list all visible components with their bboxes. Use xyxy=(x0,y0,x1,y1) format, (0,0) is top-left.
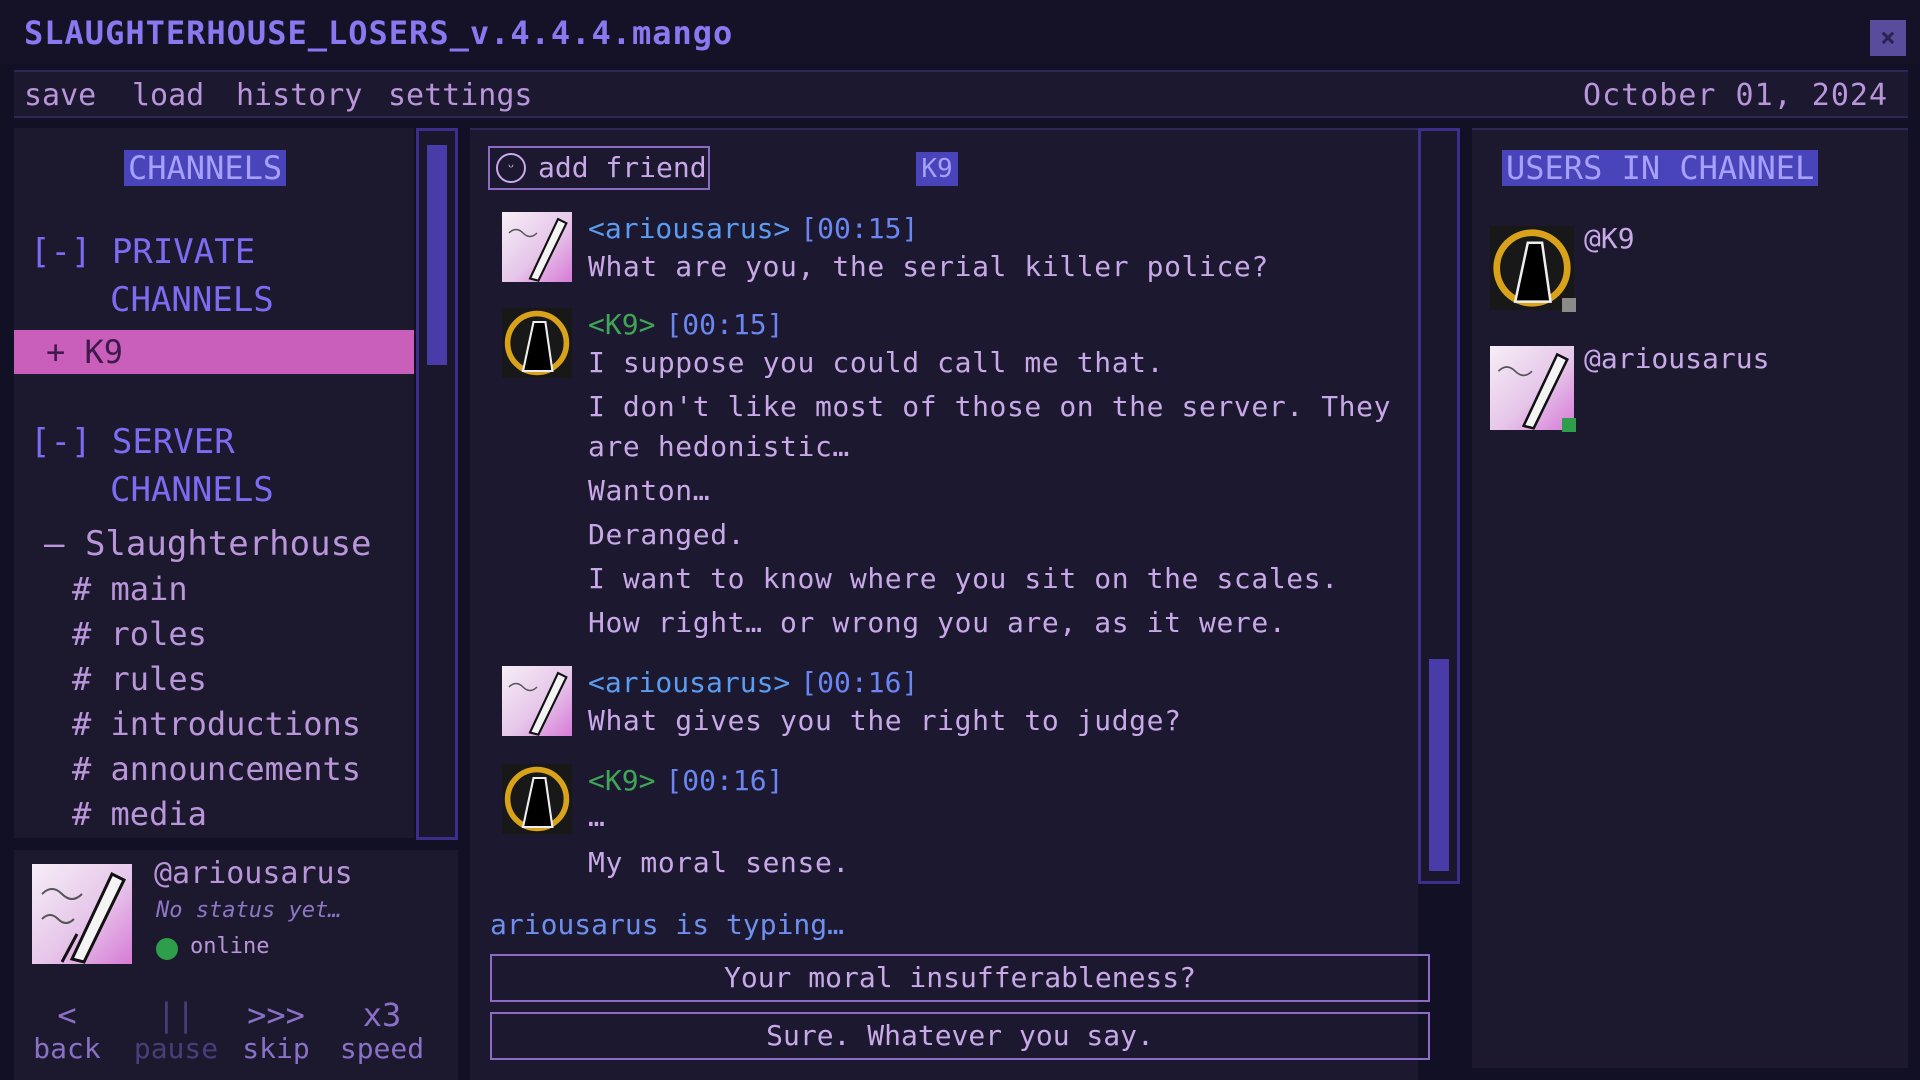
idle-status-icon xyxy=(1562,298,1576,312)
back-button[interactable]: < back xyxy=(32,998,102,1065)
chat-partner-badge: K9 xyxy=(916,152,958,186)
pause-label: pause xyxy=(133,1032,219,1065)
users-heading: USERS IN CHANNEL xyxy=(1502,150,1819,186)
reply-option-2[interactable]: Sure. Whatever you say. xyxy=(490,1012,1430,1060)
channels-heading: CHANNELS xyxy=(124,150,287,186)
add-friend-label: add friend xyxy=(538,151,707,184)
menu-bar: save load history settings October 01, 2… xyxy=(14,70,1908,118)
server-group-line1: [-] SERVER xyxy=(30,422,235,462)
k9-figure-icon xyxy=(504,766,570,832)
message-text: My moral sense. xyxy=(588,846,850,879)
channel-item-k9[interactable]: + K9 xyxy=(14,330,414,374)
channel-item-main[interactable]: # main xyxy=(72,570,188,608)
private-group-line2: CHANNELS xyxy=(110,280,274,320)
online-status-icon xyxy=(1562,418,1576,432)
current-user-name: @ariousarus xyxy=(154,856,353,891)
message-avatar-k9 xyxy=(502,308,572,378)
message-text: What are you, the serial killer police? xyxy=(588,250,1269,283)
speed-label: speed xyxy=(339,1032,425,1065)
channel-item-announcements[interactable]: # announcements xyxy=(72,750,361,788)
message-time: [00:16] xyxy=(800,666,919,699)
message-author[interactable]: <K9> xyxy=(588,764,655,797)
channel-item-media[interactable]: # media xyxy=(72,795,207,833)
current-user-avatar xyxy=(32,864,132,964)
message-text: I don't like most of those on the server… xyxy=(588,390,1392,423)
sidebar-scrollbar[interactable] xyxy=(416,128,458,840)
message-header: <ariousarus> [00:15] xyxy=(588,212,918,246)
chat-scroll-thumb[interactable] xyxy=(1429,659,1449,871)
skip-label: skip xyxy=(242,1032,310,1065)
message-avatar-ariousarus xyxy=(502,212,572,282)
message-text: are hedonistic… xyxy=(588,430,850,463)
pen-drawing-icon xyxy=(508,217,568,282)
channel-item-introductions[interactable]: # introductions xyxy=(72,705,361,743)
message-text: Wanton… xyxy=(588,474,711,507)
current-date: October 01, 2024 xyxy=(1583,78,1888,113)
title-bar: SLAUGHTERHOUSE_LOSERS_v.4.4.4.mango × xyxy=(0,0,1920,64)
pause-button[interactable]: || pause xyxy=(126,998,226,1065)
chat-scrollbar[interactable] xyxy=(1418,128,1460,884)
back-label: back xyxy=(33,1032,101,1065)
back-icon: < xyxy=(57,996,77,1034)
message-author[interactable]: <ariousarus> xyxy=(588,212,790,245)
speed-value: x3 xyxy=(362,996,402,1034)
add-friend-button[interactable]: ᵕ add friend xyxy=(488,146,710,190)
menu-settings[interactable]: settings xyxy=(388,78,533,113)
message-header: <K9> [00:16] xyxy=(588,764,783,798)
close-button[interactable]: × xyxy=(1870,20,1906,56)
message-author[interactable]: <ariousarus> xyxy=(588,666,790,699)
skip-button[interactable]: >>> skip xyxy=(236,998,316,1065)
private-channels-group[interactable]: [-] PRIVATE CHANNELS xyxy=(30,228,274,324)
app-title: SLAUGHTERHOUSE_LOSERS_v.4.4.4.mango xyxy=(24,14,734,52)
message-text: How right… or wrong you are, as it were. xyxy=(588,606,1287,639)
message-text: I suppose you could call me that. xyxy=(588,346,1165,379)
private-group-line1: [-] PRIVATE xyxy=(30,232,256,272)
message-text: I want to know where you sit on the scal… xyxy=(588,562,1339,595)
message-avatar-ariousarus xyxy=(502,666,572,736)
online-status-icon xyxy=(156,938,178,960)
pause-icon: || xyxy=(156,996,196,1034)
skip-icon: >>> xyxy=(247,996,305,1034)
pen-drawing-icon xyxy=(508,671,568,736)
smile-icon: ᵕ xyxy=(496,153,526,183)
message-author[interactable]: <K9> xyxy=(588,308,655,341)
message-time: [00:15] xyxy=(665,308,784,341)
message-text: … xyxy=(588,800,606,833)
message-text: What gives you the right to judge? xyxy=(588,704,1182,737)
menu-load[interactable]: load xyxy=(132,78,204,113)
sidebar-scroll-thumb[interactable] xyxy=(427,145,447,365)
k9-figure-icon xyxy=(504,310,570,376)
message-header: <K9> [00:15] xyxy=(588,308,783,342)
message-time: [00:15] xyxy=(800,212,919,245)
typing-indicator: ariousarus is typing… xyxy=(490,908,845,941)
channel-item-roles[interactable]: # roles xyxy=(72,615,207,653)
current-user-presence: online xyxy=(190,934,270,959)
pen-drawing-icon xyxy=(41,871,126,964)
message-text: Deranged. xyxy=(588,518,746,551)
message-avatar-k9 xyxy=(502,764,572,834)
server-group-line2: CHANNELS xyxy=(110,470,274,510)
menu-save[interactable]: save xyxy=(24,78,96,113)
reply-option-1[interactable]: Your moral insufferableness? xyxy=(490,954,1430,1002)
server-channels-group[interactable]: [-] SERVER CHANNELS xyxy=(30,418,274,514)
speed-button[interactable]: x3 speed xyxy=(330,998,434,1065)
menu-history[interactable]: history xyxy=(236,78,362,113)
server-slaughterhouse[interactable]: – Slaughterhouse xyxy=(44,524,372,564)
current-user-status: No status yet… xyxy=(156,898,342,923)
message-header: <ariousarus> [00:16] xyxy=(588,666,918,700)
user-entry-k9[interactable]: @K9 xyxy=(1584,222,1635,255)
message-time: [00:16] xyxy=(665,764,784,797)
current-user-card: @ariousarus No status yet… online < back… xyxy=(14,850,458,1080)
channel-item-rules[interactable]: # rules xyxy=(72,660,207,698)
user-entry-ariousarus[interactable]: @ariousarus xyxy=(1584,342,1769,375)
